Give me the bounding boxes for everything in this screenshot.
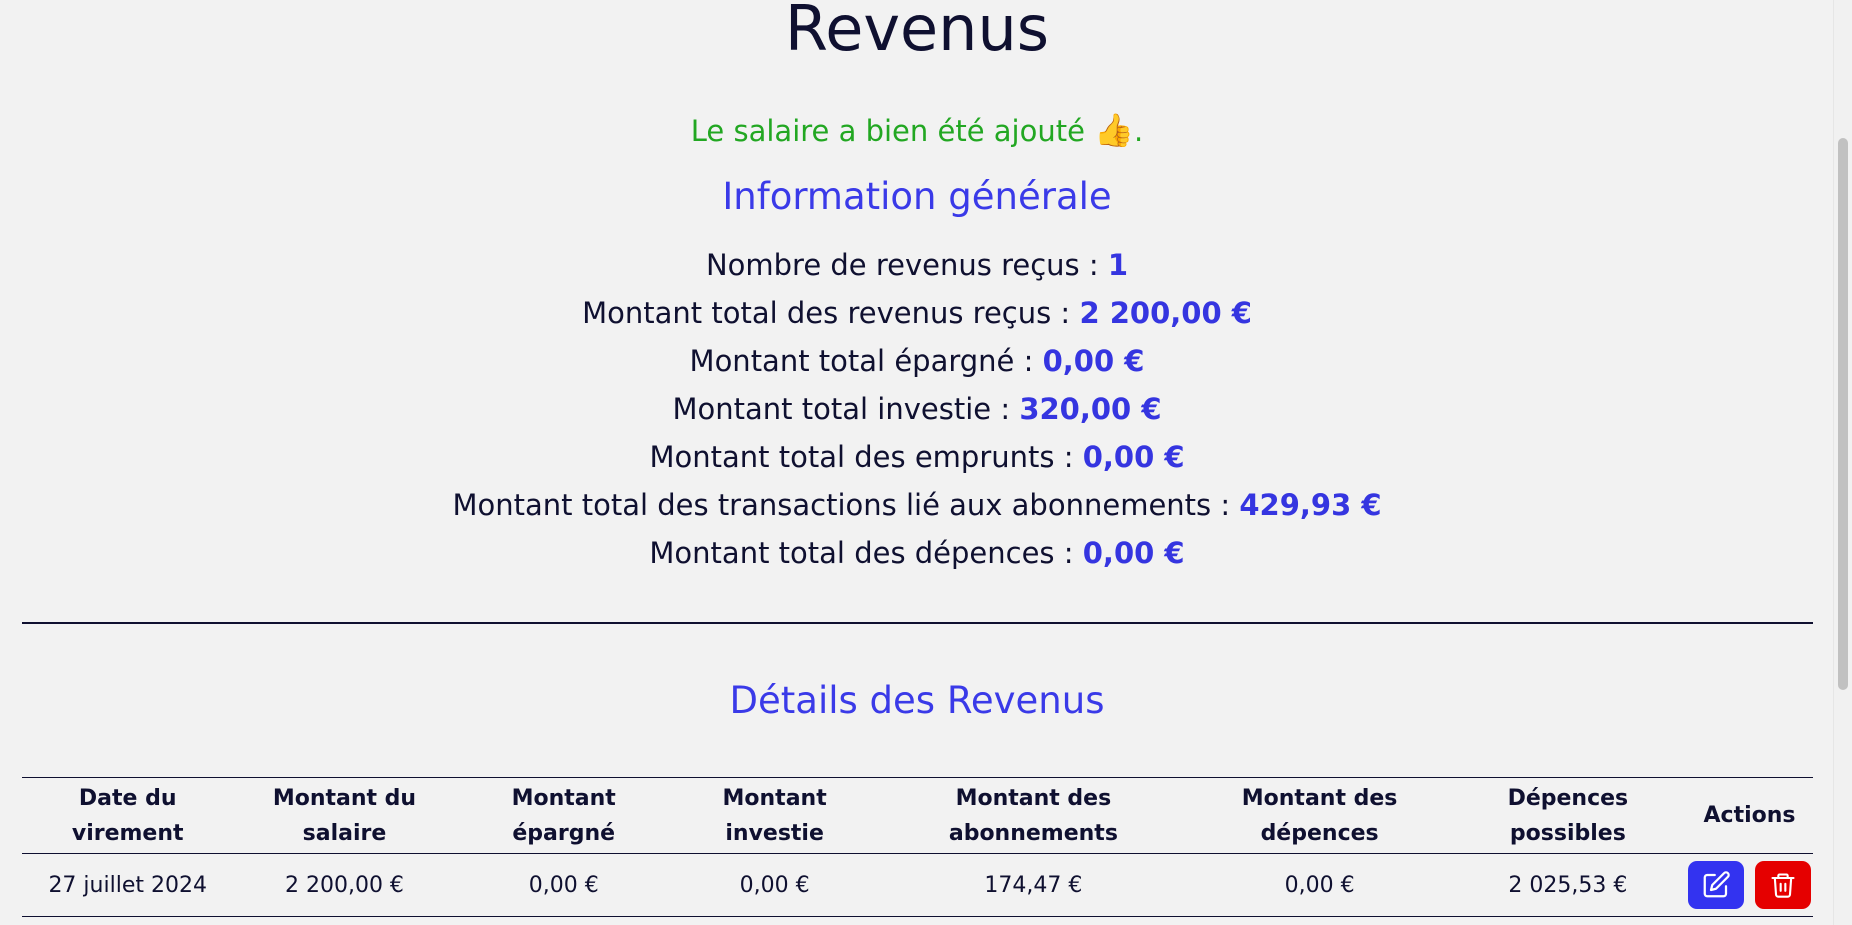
stat-label: Montant total des transactions lié aux a…	[452, 488, 1231, 522]
stat-label: Nombre de revenus reçus :	[705, 248, 1099, 282]
column-header-date: Date du virement	[22, 778, 233, 854]
page: Revenus Le salaire a bien été ajouté 👍. …	[0, 0, 1834, 925]
section-divider	[22, 622, 1813, 624]
column-header-salary: Montant du salaire	[233, 778, 455, 854]
scrollbar-thumb[interactable]	[1838, 138, 1848, 690]
column-header-saved: Montant épargné	[455, 778, 671, 854]
header-line: Montant des	[1241, 785, 1398, 811]
stat-label: Montant total des revenus reçus :	[582, 296, 1071, 330]
header-line: salaire	[302, 820, 387, 846]
stat-value: 2 200,00 €	[1079, 296, 1252, 330]
cell-saved: 0,00 €	[528, 872, 599, 898]
stat-label: Montant total épargné :	[689, 344, 1034, 378]
stat-label: Montant total investie :	[672, 392, 1011, 426]
header-line: investie	[725, 820, 824, 846]
cell-date: 27 juillet 2024	[48, 872, 207, 898]
column-header-expenses: Montant des dépences	[1189, 778, 1449, 854]
stat-total-subscriptions: Montant total des transactions lié aux a…	[0, 481, 1834, 529]
edit-button[interactable]	[1688, 861, 1744, 909]
pencil-square-icon	[1703, 871, 1730, 898]
header-line: épargné	[512, 820, 616, 846]
table-header-row: Date du virement Montant du salaire Mont…	[22, 777, 1813, 854]
stat-revenue-count: Nombre de revenus reçus : 1	[0, 241, 1834, 289]
stat-value: 0,00 €	[1042, 344, 1145, 378]
success-message-text: Le salaire a bien été ajouté	[690, 114, 1085, 148]
header-line: Montant	[722, 785, 827, 811]
stat-value: 0,00 €	[1082, 536, 1185, 570]
header-line: Date du	[78, 785, 177, 811]
stat-total-saved: Montant total épargné : 0,00 €	[0, 337, 1834, 385]
cell-expenses: 0,00 €	[1284, 872, 1355, 898]
revenue-details-heading: Détails des Revenus	[729, 679, 1105, 722]
table-row: 27 juillet 2024 2 200,00 € 0,00 € 0,00 €…	[22, 854, 1813, 917]
header-line: abonnements	[948, 820, 1118, 846]
cell-possible-expenses: 2 025,53 €	[1508, 872, 1628, 898]
header-line: Montant	[511, 785, 616, 811]
column-header-subscriptions: Montant des abonnements	[877, 778, 1189, 854]
trash-icon	[1771, 873, 1795, 898]
header-line: virement	[71, 820, 184, 846]
cell-invested: 0,00 €	[739, 872, 810, 898]
column-header-invested: Montant investie	[672, 778, 877, 854]
revenue-table: Date du virement Montant du salaire Mont…	[22, 777, 1813, 917]
stat-total-expenses: Montant total des dépences : 0,00 €	[0, 529, 1834, 577]
delete-button[interactable]	[1755, 861, 1811, 909]
cell-subscriptions: 174,47 €	[984, 872, 1083, 898]
stat-total-invested: Montant total investie : 320,00 €	[0, 385, 1834, 433]
success-message: Le salaire a bien été ajouté 👍.	[0, 110, 1834, 151]
thumbs-up-icon: 👍	[1094, 111, 1134, 149]
stat-value: 429,93 €	[1239, 488, 1382, 522]
stat-value: 1	[1107, 248, 1129, 282]
cell-actions	[1686, 854, 1813, 917]
stat-label: Montant total des dépences :	[649, 536, 1074, 570]
stat-value: 320,00 €	[1019, 392, 1162, 426]
header-line: possibles	[1509, 820, 1626, 846]
header-line: Montant du	[272, 785, 417, 811]
stat-total-loans: Montant total des emprunts : 0,00 €	[0, 433, 1834, 481]
header-line: Dépences	[1507, 785, 1629, 811]
column-header-actions: Actions	[1686, 778, 1813, 854]
stat-total-revenue: Montant total des revenus reçus : 2 200,…	[0, 289, 1834, 337]
page-title: Revenus	[784, 0, 1050, 65]
success-message-suffix: .	[1134, 114, 1144, 148]
header-line: dépences	[1260, 820, 1379, 846]
stat-label: Montant total des emprunts :	[649, 440, 1074, 474]
stat-value: 0,00 €	[1082, 440, 1185, 474]
header-line: Montant des	[955, 785, 1112, 811]
column-header-possible-expenses: Dépences possibles	[1450, 778, 1686, 854]
general-stats: Nombre de revenus reçus : 1 Montant tota…	[0, 241, 1834, 577]
vertical-scrollbar[interactable]	[1833, 0, 1852, 925]
header-line: Actions	[1703, 803, 1796, 828]
general-info-heading: Information générale	[722, 175, 1112, 218]
cell-salary: 2 200,00 €	[284, 872, 404, 898]
